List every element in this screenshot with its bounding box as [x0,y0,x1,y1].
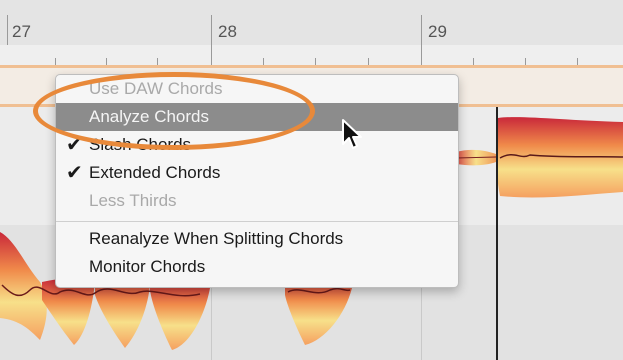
checkmark-icon: ✔ [66,162,83,184]
menu-item-label: Analyze Chords [89,107,210,126]
menu-separator [56,221,458,222]
menu-item-monitor-chords[interactable]: Monitor Chords [56,253,458,281]
menu-item-label: Less Thirds [89,191,177,210]
menu-item-label: Use DAW Chords [89,79,223,98]
menu-item-less-thirds[interactable]: Less Thirds [56,187,458,215]
menu-item-slash-chords[interactable]: ✔ Slash Chords [56,131,458,159]
menu-item-label: Slash Chords [89,135,192,154]
menu-item-analyze-chords[interactable]: Analyze Chords [56,103,458,131]
menu-item-label: Extended Chords [89,163,221,182]
menu-item-label: Monitor Chords [89,257,206,276]
note-blob [42,278,95,345]
checkmark-icon: ✔ [66,134,83,156]
chord-options-menu: Use DAW Chords Analyze Chords ✔ Slash Ch… [55,74,459,288]
mouse-pointer-icon [342,119,362,149]
menu-item-label: Reanalyze When Splitting Chords [89,229,344,248]
note-blob [150,280,210,350]
playhead-line[interactable] [496,107,498,360]
menu-item-use-daw-chords[interactable]: Use DAW Chords [56,75,458,103]
menu-item-reanalyze-when-splitting[interactable]: Reanalyze When Splitting Chords [56,225,458,253]
note-blob [0,232,47,340]
menu-item-extended-chords[interactable]: ✔ Extended Chords [56,159,458,187]
